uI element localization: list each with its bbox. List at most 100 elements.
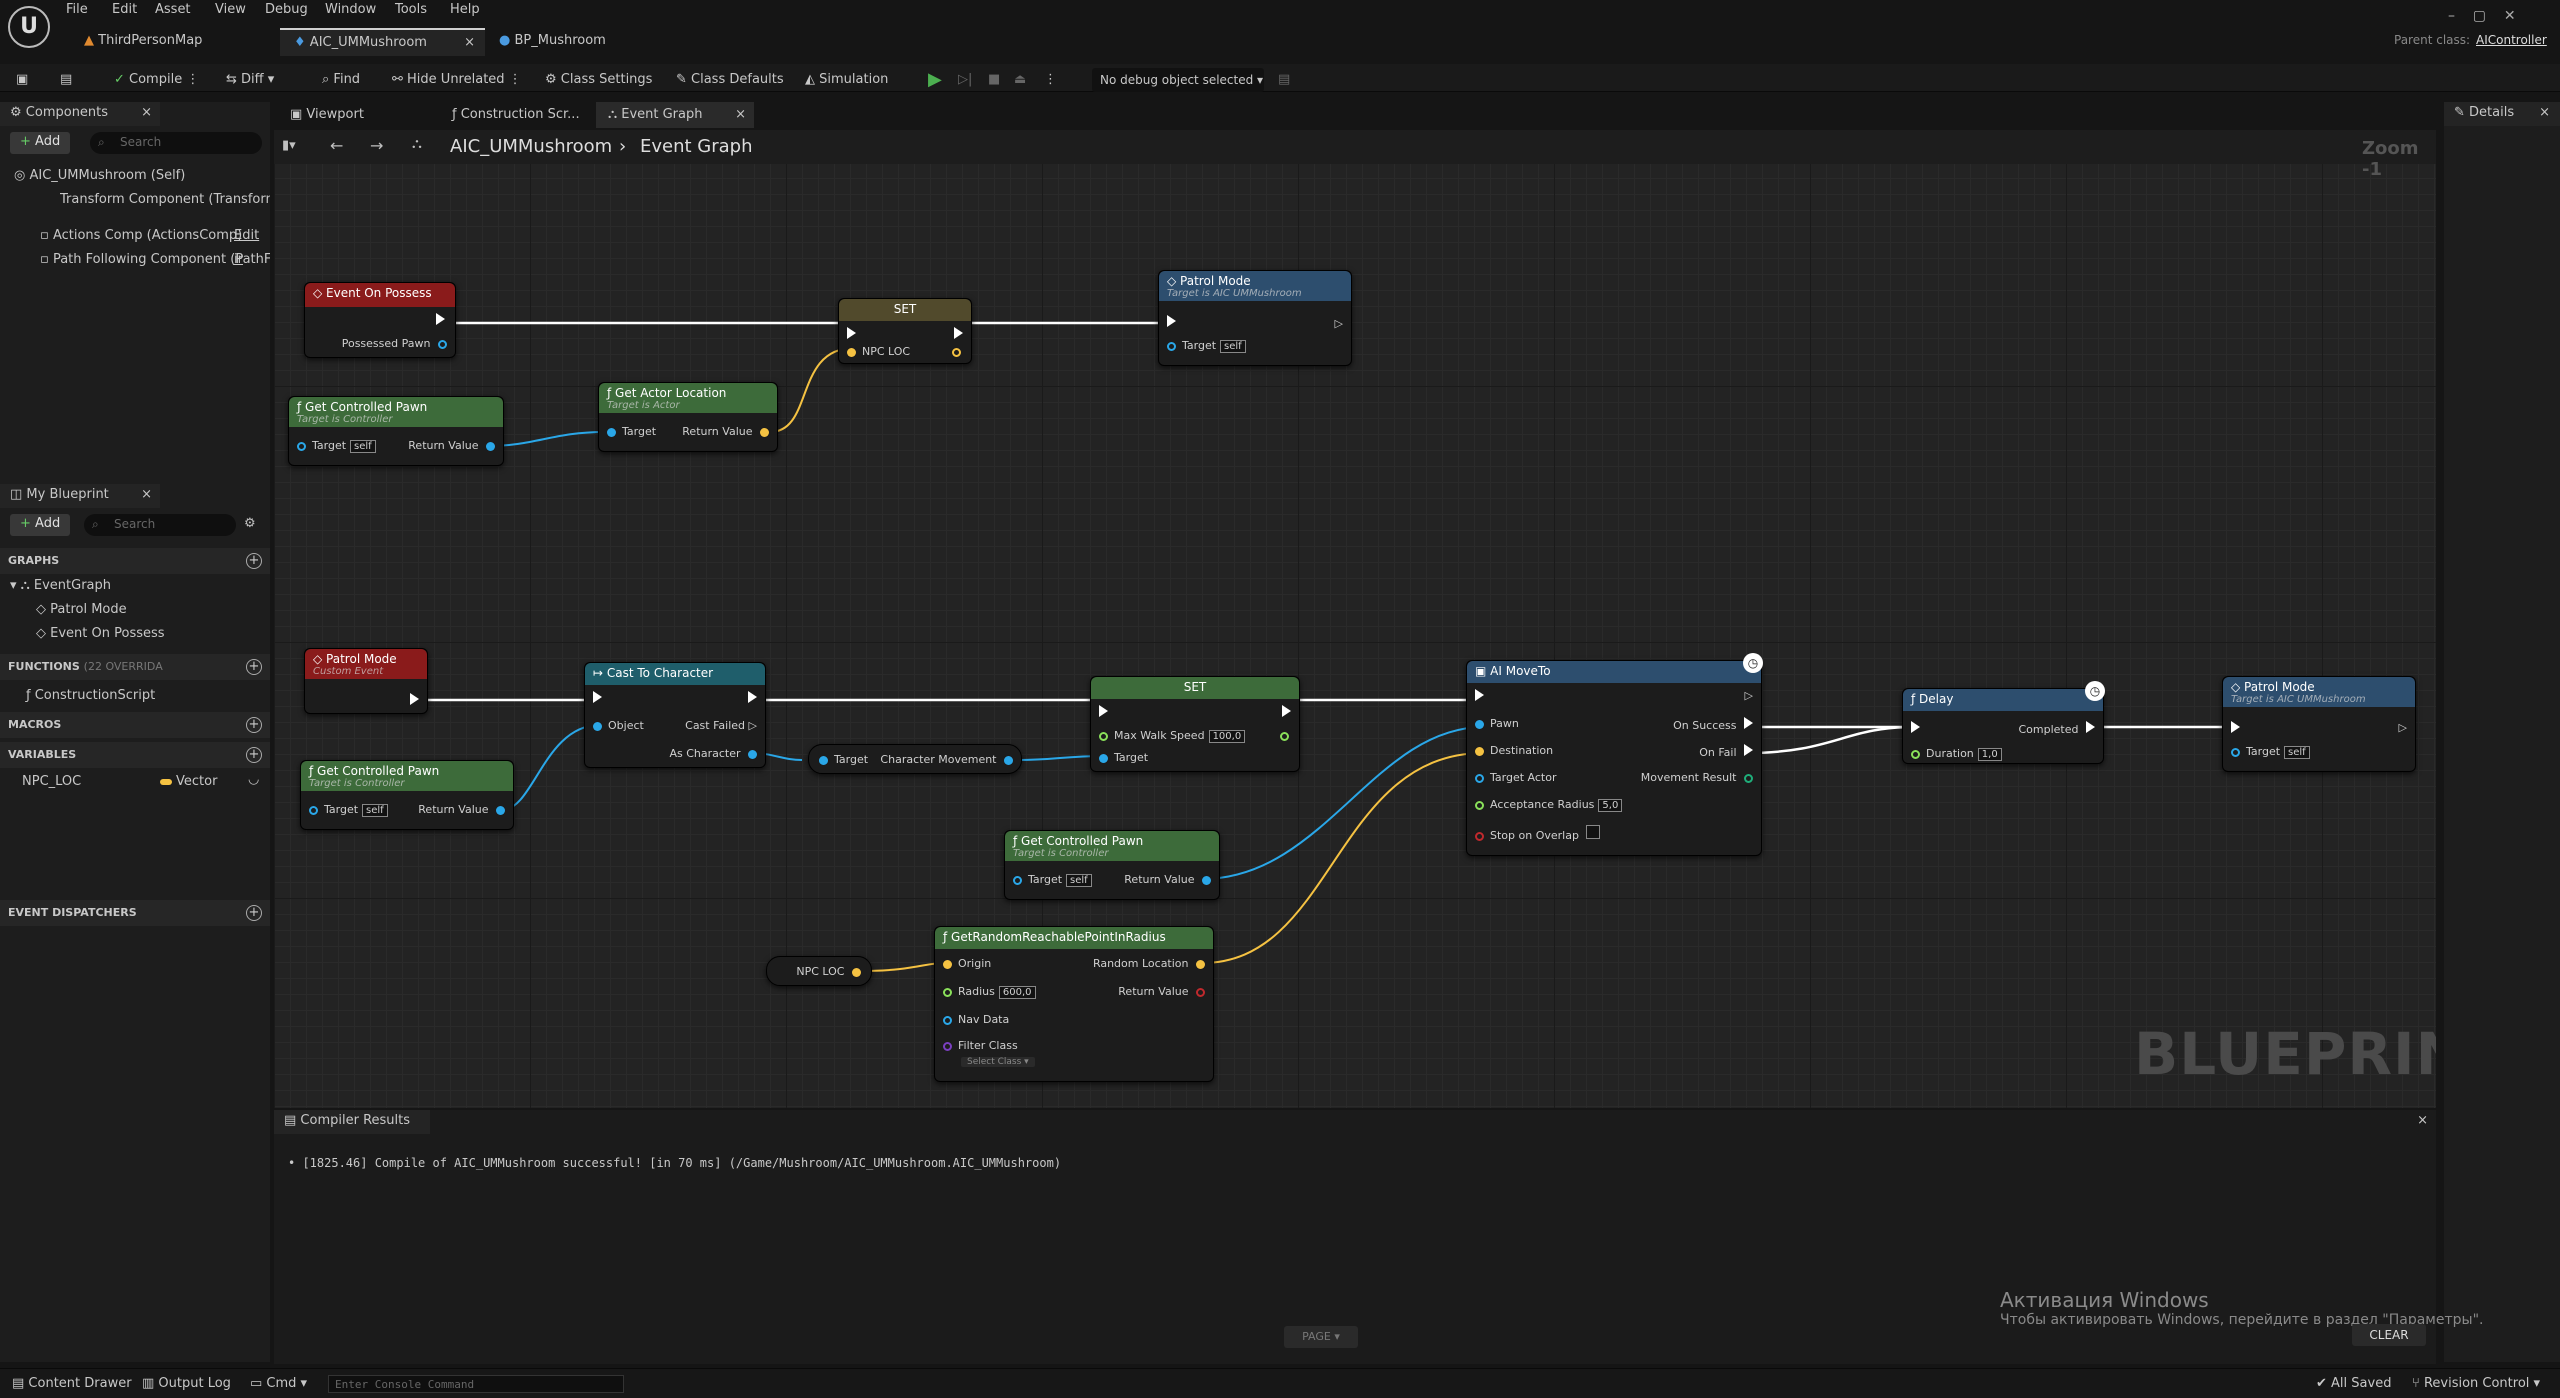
- function-item-construction[interactable]: ƒ ConstructionScript: [26, 684, 155, 708]
- section-functions[interactable]: FUNCTIONS (22 OVERRIDA: [0, 654, 270, 680]
- components-tab[interactable]: ⚙ Components ×: [0, 102, 160, 126]
- node-npc-loc-getter[interactable]: NPC LOC: [766, 956, 872, 986]
- pin-return-value[interactable]: Return Value: [418, 803, 505, 816]
- step-icon[interactable]: ▷|: [958, 68, 972, 92]
- menu-file[interactable]: File: [66, 2, 88, 17]
- exec-in-pin[interactable]: [1475, 689, 1484, 704]
- exec-in-pin[interactable]: [2231, 721, 2240, 736]
- more-icon[interactable]: ⋮: [1044, 68, 1057, 92]
- exec-in-pin[interactable]: [1167, 315, 1176, 330]
- node-cast-to-character[interactable]: ↦ Cast To Character Object Cast Failed ▷…: [584, 662, 766, 768]
- pin-destination[interactable]: Destination: [1475, 744, 1553, 757]
- pin-target[interactable]: Target self: [2231, 745, 2310, 759]
- menu-help[interactable]: Help: [450, 2, 480, 17]
- class-defaults-button[interactable]: ✎ Class Defaults: [676, 68, 784, 92]
- pin-cast-failed[interactable]: Cast Failed ▷: [685, 719, 757, 732]
- exec-out-pin[interactable]: [954, 327, 963, 342]
- save-icon[interactable]: ▣: [16, 68, 28, 92]
- close-icon[interactable]: ×: [464, 35, 475, 50]
- debug-object-select[interactable]: No debug object selected ▾: [1092, 68, 1264, 92]
- tab-viewport[interactable]: ▣ Viewport: [278, 102, 376, 128]
- pin-character-movement[interactable]: Character Movement: [880, 753, 1013, 766]
- tree-item-actions[interactable]: ▫ Actions Comp (ActionsComp): [40, 224, 242, 248]
- pin-radius[interactable]: Radius 600,0: [943, 985, 1036, 999]
- add-function-icon[interactable]: +: [246, 659, 262, 675]
- unreal-logo-icon[interactable]: U: [8, 6, 50, 48]
- add-variable-icon[interactable]: +: [246, 747, 262, 763]
- section-variables[interactable]: VARIABLES: [0, 742, 270, 768]
- pin-npc-loc[interactable]: NPC LOC: [796, 965, 861, 978]
- my-blueprint-tab[interactable]: ◫ My Blueprint ×: [0, 484, 160, 508]
- class-settings-button[interactable]: ⚙ Class Settings: [545, 68, 652, 92]
- exec-out-pin[interactable]: [748, 691, 757, 706]
- simulation-button[interactable]: ◭ Simulation: [805, 68, 888, 92]
- pin-stop-on-overlap[interactable]: Stop on Overlap: [1475, 825, 1601, 842]
- pin-npc-loc-out[interactable]: [952, 345, 961, 358]
- menu-view[interactable]: View: [215, 2, 246, 17]
- pin-movement-result[interactable]: Movement Result: [1641, 771, 1753, 784]
- pin-return-value[interactable]: Return Value: [408, 439, 495, 452]
- node-set-npc-loc[interactable]: SET NPC LOC: [838, 298, 972, 364]
- diff-button[interactable]: ⇆ Diff ▾: [226, 68, 274, 92]
- console-input[interactable]: Enter Console Command: [328, 1375, 624, 1393]
- settings-gear-icon[interactable]: ⚙: [244, 516, 256, 531]
- all-saved-status[interactable]: ✔ All Saved: [2316, 1372, 2391, 1396]
- node-get-actor-location[interactable]: ƒ Get Actor Location Target is Actor Targ…: [598, 382, 778, 452]
- add-dispatcher-icon[interactable]: +: [246, 905, 262, 921]
- pin-completed[interactable]: Completed: [2019, 721, 2095, 736]
- add-macro-icon[interactable]: +: [246, 717, 262, 733]
- pin-target[interactable]: Target self: [1013, 873, 1092, 887]
- node-character-movement[interactable]: Target Character Movement: [808, 744, 1022, 774]
- pin-on-success[interactable]: On Success: [1673, 717, 1753, 732]
- section-macros[interactable]: MACROS: [0, 712, 270, 738]
- cmd-dropdown[interactable]: ▭ Cmd ▾: [250, 1372, 307, 1396]
- graph-item-patrol[interactable]: ◇ Patrol Mode: [36, 598, 127, 622]
- page-dropdown[interactable]: PAGE ▾: [1284, 1326, 1358, 1348]
- parent-class-link[interactable]: AIController: [2476, 33, 2547, 47]
- pin-speed-out[interactable]: [1280, 729, 1289, 742]
- pin-as-character[interactable]: As Character: [669, 747, 757, 760]
- graph-item-possess[interactable]: ◇ Event On Possess: [36, 622, 165, 646]
- pin-filter-class[interactable]: Filter Class: [943, 1039, 1018, 1052]
- menu-window[interactable]: Window: [325, 2, 376, 17]
- node-get-controlled-pawn[interactable]: ƒ Get Controlled Pawn Target is Controlle…: [288, 396, 504, 466]
- node-delay[interactable]: ƒ Delay ◷ Completed Duration 1,0: [1902, 681, 2105, 764]
- pin-return-value[interactable]: Return Value: [682, 425, 769, 438]
- add-component-button[interactable]: + Add: [10, 132, 71, 154]
- node-ai-move-to[interactable]: ▣ AI MoveTo ◷ ▷ Pawn On Success Destinat…: [1466, 653, 1763, 856]
- pin-acceptance-radius[interactable]: Acceptance Radius 5,0: [1475, 798, 1623, 812]
- section-graphs[interactable]: GRAPHS: [0, 548, 270, 574]
- blueprint-search[interactable]: ⌕ Search: [84, 514, 236, 536]
- close-icon[interactable]: ×: [141, 105, 152, 120]
- graph-item-eventgraph[interactable]: ▾ ⛬ EventGraph: [10, 574, 111, 598]
- doc-tab-map[interactable]: ▲ ThirdPersonMap: [70, 28, 280, 56]
- exec-in-pin[interactable]: [847, 327, 856, 342]
- details-tab[interactable]: ✎ Details ×: [2444, 102, 2560, 126]
- hide-unrelated-button[interactable]: ⚯ Hide Unrelated ⋮: [392, 68, 522, 92]
- pin-target-actor[interactable]: Target Actor: [1475, 771, 1556, 784]
- edit-link[interactable]: Edit ir: [234, 224, 270, 267]
- exec-out-pin[interactable]: ▷: [1745, 689, 1753, 702]
- node-get-controlled-pawn-2[interactable]: ƒ Get Controlled Pawn Target is Controlle…: [300, 760, 514, 830]
- doc-tab-aic[interactable]: ♦ AIC_UMMushroom ×: [280, 28, 485, 56]
- variable-npc-loc[interactable]: NPC_LOC: [22, 770, 81, 794]
- components-search[interactable]: ⌕ Search: [90, 132, 262, 154]
- exec-in-pin[interactable]: [593, 691, 602, 706]
- pin-return-value[interactable]: Return Value: [1124, 873, 1211, 886]
- doc-tab-bp[interactable]: ● BP_Mushroom: [485, 28, 665, 56]
- exec-in-pin[interactable]: [1099, 705, 1108, 720]
- compiler-results-tab[interactable]: ▤ Compiler Results ×: [274, 1110, 2428, 1134]
- exec-out-pin[interactable]: [436, 313, 445, 328]
- close-icon[interactable]: ×: [2417, 1113, 2428, 1128]
- pin-object[interactable]: Object: [593, 719, 644, 732]
- menu-debug[interactable]: Debug: [265, 2, 308, 17]
- compile-button[interactable]: ✓ Compile ⋮: [114, 68, 199, 92]
- tree-item-self[interactable]: ◎ AIC_UMMushroom (Self): [14, 164, 185, 188]
- clear-button[interactable]: CLEAR: [2352, 1324, 2426, 1346]
- browse-icon[interactable]: ▤: [60, 68, 72, 92]
- content-drawer-button[interactable]: ▤ Content Drawer: [12, 1372, 132, 1396]
- tab-construction[interactable]: ƒ Construction Scr...: [440, 102, 592, 128]
- close-icon[interactable]: ×: [2539, 105, 2550, 120]
- add-graph-icon[interactable]: +: [246, 553, 262, 569]
- exec-out-pin[interactable]: [1282, 705, 1291, 720]
